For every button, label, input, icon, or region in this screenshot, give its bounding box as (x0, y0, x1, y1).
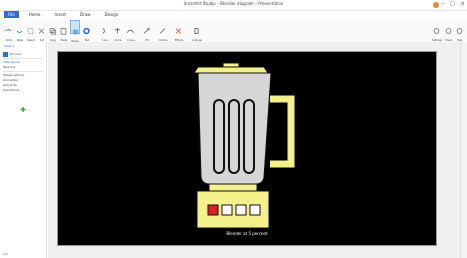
share-icon (445, 28, 452, 34)
curve-icon (126, 29, 135, 33)
cut-button[interactable]: Cut (37, 20, 47, 42)
plus-icon: ✚ (20, 106, 26, 114)
blender-lid (193, 66, 269, 74)
shape-button[interactable]: Shape (70, 20, 80, 43)
select-button[interactable]: Select (26, 20, 36, 42)
add-slide-button[interactable]: ✚ (3, 97, 43, 116)
text-circle-icon (83, 27, 90, 35)
arrow-icon (114, 28, 121, 34)
effects-button[interactable]: Effects (174, 20, 184, 42)
ribbon: Undo Redo Select Cut Copy Paste Shape Te… (0, 18, 467, 43)
vertical-scrollbar[interactable] (460, 42, 467, 258)
blender-handle (270, 95, 295, 168)
line-icon (102, 28, 105, 34)
tab-insert[interactable]: Insert (51, 11, 70, 18)
scissors-icon (38, 28, 45, 34)
undo-button[interactable]: Undo (4, 20, 14, 42)
text-button[interactable]: Text (82, 20, 92, 42)
tab-draw[interactable]: Draw (76, 11, 94, 18)
blender-drawing (193, 62, 295, 229)
user-avatar[interactable] (433, 2, 439, 8)
thumb-icon (3, 52, 8, 57)
undo-icon (5, 29, 12, 32)
slide-panel: Slide 1 Blender Title layout Text box Sh… (0, 42, 47, 258)
slide-panel-header[interactable]: Slide 1 (4, 44, 14, 48)
gear-icon (433, 28, 440, 34)
redo-icon (16, 30, 23, 33)
settings-button[interactable]: Settings (432, 20, 442, 42)
blender-collar (208, 183, 258, 192)
help-icon (456, 28, 463, 34)
slide[interactable]: Blender at 5 percent (57, 51, 437, 246)
effects-icon (175, 28, 182, 34)
share-button[interactable]: Share (444, 20, 454, 42)
fill-button[interactable]: Fill (142, 20, 152, 42)
divider (3, 71, 43, 72)
window-title: SmartArt Studio – Blender diagram – Pres… (183, 1, 284, 6)
outline-button[interactable]: Outline (158, 20, 168, 42)
paste-button[interactable]: Paste (59, 20, 69, 42)
slide-panel-list: Blender Title layout Text box Shape opti… (3, 52, 43, 142)
tab-home[interactable]: Home (25, 11, 45, 18)
arrange-icon (194, 28, 199, 34)
minimize-icon[interactable]: – (442, 1, 445, 7)
line-button[interactable]: Line (100, 20, 110, 42)
slide-panel-item[interactable]: Blender (10, 52, 22, 57)
slide-panel-item[interactable]: Text box (3, 65, 43, 70)
shape-icon (73, 29, 78, 35)
curve-button[interactable]: Curve (126, 20, 136, 42)
window-controls: – □ × (442, 1, 465, 7)
fill-icon (143, 28, 150, 34)
blender-jar (197, 72, 272, 185)
blender-button[interactable] (249, 204, 261, 216)
blender-button-active[interactable] (207, 204, 219, 216)
arrow-button[interactable]: Arrow (113, 20, 123, 42)
outline-icon (159, 28, 166, 34)
slide-canvas: Blender at 5 percent (48, 42, 467, 258)
arrange-button[interactable]: Arrange (192, 20, 202, 42)
select-icon (27, 28, 34, 34)
close-icon[interactable]: × (461, 1, 465, 7)
blender-button[interactable] (235, 204, 247, 216)
tab-design[interactable]: Design (100, 11, 122, 18)
blender-button[interactable] (221, 204, 233, 216)
help-button[interactable]: Help (455, 20, 465, 42)
slide-caption: Blender at 5 percent (226, 231, 268, 236)
ribbon-tabs: File Home Insert Draw Design (0, 10, 467, 18)
paste-icon (60, 28, 67, 35)
copy-button[interactable]: Copy (48, 20, 58, 42)
slide-counter: 1/1 (3, 252, 8, 256)
tab-file[interactable]: File (4, 10, 19, 18)
slide-panel-item[interactable]: Transitions (3, 88, 43, 93)
maximize-icon[interactable]: □ (450, 1, 455, 7)
redo-button[interactable]: Redo (15, 20, 25, 42)
divider (3, 58, 43, 59)
copy-icon (49, 28, 57, 35)
